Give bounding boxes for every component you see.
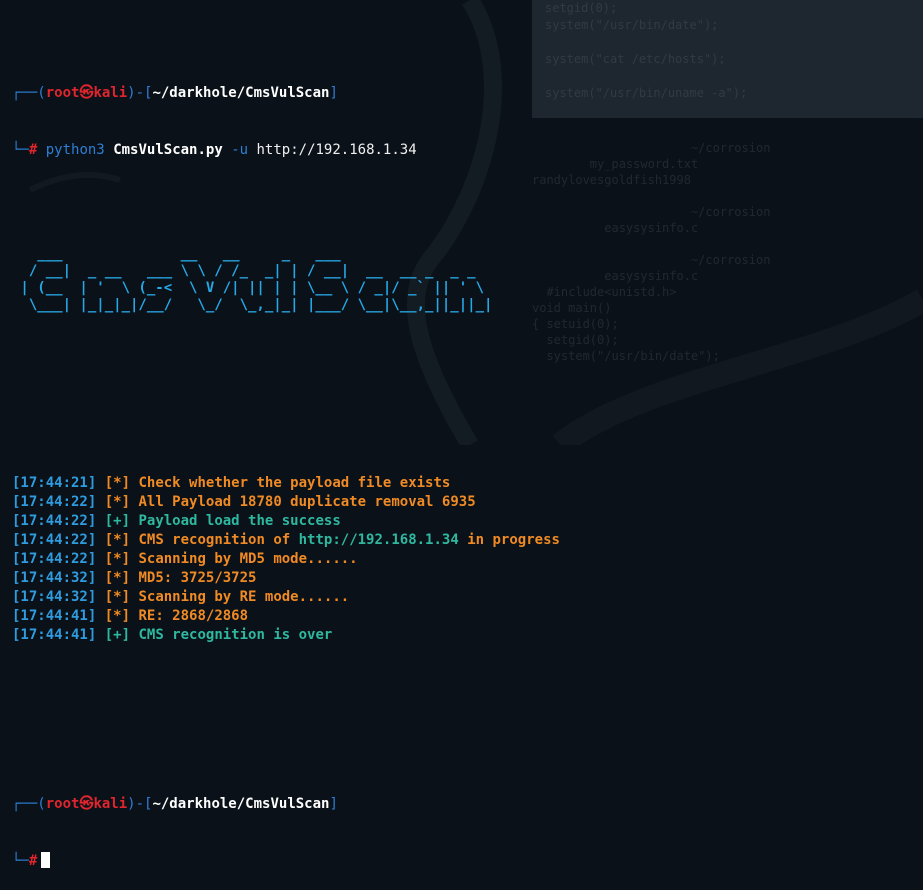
prompt-at-symbol: ㉿ <box>79 796 94 812</box>
log-line: [17:44:41] [+] CMS recognition is over <box>12 626 917 645</box>
log-line: [17:44:32] [*] Scanning by RE mode...... <box>12 588 917 607</box>
log-message: Payload load the success <box>138 513 341 529</box>
log-message: CMS recognition of <box>138 532 299 548</box>
log-timestamp: [17:44:22] <box>12 532 97 548</box>
log-tag: [*] <box>104 608 131 624</box>
log-tag: [+] <box>104 627 131 643</box>
log-message: Check whether the payload file exists <box>138 475 451 491</box>
prompt-user: root <box>45 85 80 101</box>
log-url: http://192.168.1.34 <box>298 532 459 548</box>
scan-log: [17:44:21] [*] Check whether the payload… <box>12 474 917 645</box>
log-line: [17:44:22] [*] CMS recognition of http:/… <box>12 531 917 550</box>
prompt-separator: )-[ <box>127 796 153 812</box>
command-line: └─# python3 CmsVulScan.py -u http://192.… <box>12 141 917 160</box>
ascii-banner: ___ __ __ _ ___ / __| _ __ ___ \ \ / /_ … <box>20 246 493 313</box>
command-program: python3 <box>45 142 105 158</box>
log-line: [17:44:41] [*] RE: 2868/2868 <box>12 607 917 626</box>
prompt-header: ┌──(root㉿kali)-[~/darkhole/CmsVulScan] <box>12 795 917 814</box>
log-timestamp: [17:44:22] <box>12 551 97 567</box>
prompt-host: kali <box>93 796 128 812</box>
log-line: [17:44:21] [*] Check whether the payload… <box>12 474 917 493</box>
log-tag: [+] <box>104 513 131 529</box>
log-line: [17:44:22] [*] Scanning by MD5 mode.....… <box>12 550 917 569</box>
log-timestamp: [17:44:32] <box>12 570 97 586</box>
log-tag: [*] <box>104 551 131 567</box>
log-timestamp: [17:44:32] <box>12 589 97 605</box>
prompt-path: ~/darkhole/CmsVulScan <box>152 796 330 812</box>
log-line: [17:44:22] [*] All Payload 18780 duplica… <box>12 493 917 512</box>
prompt-hash: # <box>28 853 38 869</box>
log-message: Scanning by RE mode...... <box>138 589 350 605</box>
prompt-path: ~/darkhole/CmsVulScan <box>152 85 330 101</box>
log-line: [17:44:32] [*] MD5: 3725/3725 <box>12 569 917 588</box>
log-message: All Payload 18780 duplicate removal 6935 <box>138 494 476 510</box>
prompt-at-symbol: ㉿ <box>79 85 94 101</box>
input-line[interactable]: └─# <box>12 852 917 871</box>
log-timestamp: [17:44:22] <box>12 513 97 529</box>
log-timestamp: [17:44:41] <box>12 608 97 624</box>
command-url: http://192.168.1.34 <box>256 142 417 158</box>
command-flag: -u <box>231 142 249 158</box>
log-message: MD5: 3725/3725 <box>138 570 257 586</box>
prompt-separator: )-[ <box>127 85 153 101</box>
prompt-corner: ┌──( <box>12 796 46 812</box>
log-tag: [*] <box>104 589 131 605</box>
prompt-corner-bottom: └─ <box>12 853 29 869</box>
log-message: CMS recognition is over <box>138 627 333 643</box>
log-tag: [*] <box>104 494 131 510</box>
prompt-corner-bottom: └─ <box>12 142 29 158</box>
log-message: Scanning by MD5 mode...... <box>138 551 358 567</box>
log-tag: [*] <box>104 570 131 586</box>
prompt-hash: # <box>28 142 38 158</box>
command-script: CmsVulScan.py <box>113 142 223 158</box>
log-timestamp: [17:44:21] <box>12 475 97 491</box>
log-line: [17:44:22] [+] Payload load the success <box>12 512 917 531</box>
prompt-user: root <box>45 796 80 812</box>
log-message: RE: 2868/2868 <box>138 608 249 624</box>
prompt-close: ] <box>329 796 338 812</box>
prompt-host: kali <box>93 85 128 101</box>
log-timestamp: [17:44:41] <box>12 627 97 643</box>
prompt-close: ] <box>329 85 338 101</box>
log-tag: [*] <box>104 532 131 548</box>
log-timestamp: [17:44:22] <box>12 494 97 510</box>
terminal-output: ┌──(root㉿kali)-[~/darkhole/CmsVulScan] └… <box>12 8 917 890</box>
text-cursor[interactable] <box>41 852 51 868</box>
prompt-header: ┌──(root㉿kali)-[~/darkhole/CmsVulScan] <box>12 84 917 103</box>
prompt-corner: ┌──( <box>12 85 46 101</box>
log-tag: [*] <box>104 475 131 491</box>
log-message-tail: in progress <box>458 532 560 548</box>
